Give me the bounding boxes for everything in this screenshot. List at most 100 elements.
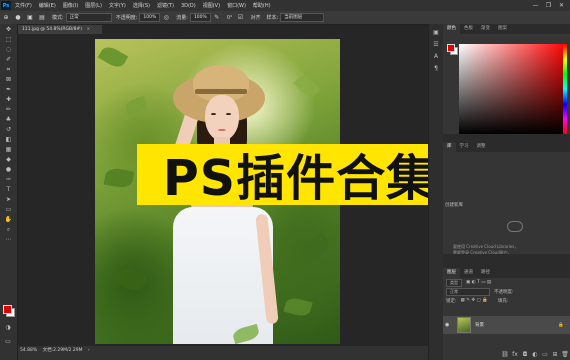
delete-layer-icon[interactable]: 🗑 bbox=[560, 351, 570, 358]
clone-source-icon[interactable]: ▤ bbox=[38, 14, 46, 22]
menu-edit[interactable]: 编辑(E) bbox=[39, 2, 56, 9]
properties-panel-icon[interactable]: ☰ bbox=[432, 40, 440, 48]
paragraph-panel-icon[interactable]: ¶ bbox=[432, 64, 440, 72]
document-close-icon[interactable]: × bbox=[86, 27, 90, 32]
history-brush-icon[interactable]: ↺ bbox=[4, 125, 14, 134]
photoshop-logo-icon[interactable]: Ps bbox=[1, 1, 11, 10]
type-icon[interactable]: T bbox=[4, 185, 14, 194]
pressure-opacity-icon[interactable]: ◎ bbox=[162, 14, 170, 22]
color-panel bbox=[443, 34, 570, 134]
menu-window[interactable]: 窗口(W) bbox=[227, 2, 246, 9]
stamp-icon[interactable]: ♣ bbox=[4, 115, 14, 124]
layer-name: 背景 bbox=[475, 323, 484, 328]
hue-slider[interactable] bbox=[563, 44, 567, 134]
menu-select[interactable]: 选择(S) bbox=[133, 2, 150, 9]
tab-learn[interactable]: 学习 bbox=[456, 142, 473, 152]
frame-icon[interactable]: ⊠ bbox=[4, 75, 14, 84]
layer-kind-select[interactable]: 类型 bbox=[446, 278, 462, 287]
layer-row-background[interactable]: ◉ 背景 🔒 bbox=[443, 316, 570, 334]
tab-layers[interactable]: 图层 bbox=[443, 268, 460, 278]
sample-label: 样本: bbox=[266, 15, 279, 21]
crop-icon[interactable]: ⌗ bbox=[4, 65, 14, 74]
menu-3d[interactable]: 3D(D) bbox=[181, 3, 196, 9]
more-icon[interactable]: ⋯ bbox=[4, 235, 14, 244]
quick-mask-icon[interactable]: ◑ bbox=[3, 323, 13, 332]
tool-preset-icon[interactable]: ⊕ bbox=[2, 14, 10, 22]
flow-field[interactable]: 100% bbox=[189, 13, 211, 22]
tab-gradients[interactable]: 渐变 bbox=[477, 24, 494, 34]
layers-footer: ⛓ fx ◘ ◐ ▭ ⊞ 🗑 bbox=[443, 348, 570, 360]
pen-icon[interactable]: ✑ bbox=[4, 175, 14, 184]
leaf-shape bbox=[293, 72, 321, 101]
menu-layer[interactable]: 图层(L) bbox=[85, 2, 102, 9]
eraser-icon[interactable]: ◧ bbox=[4, 135, 14, 144]
create-library-label[interactable]: 创建新库 bbox=[445, 202, 463, 208]
color-picker-field[interactable] bbox=[459, 44, 567, 134]
status-arrow-icon[interactable]: › bbox=[88, 348, 90, 353]
tab-paths[interactable]: 路径 bbox=[477, 268, 494, 278]
menu-filter[interactable]: 滤镜(T) bbox=[157, 2, 174, 9]
lock-icons[interactable]: ▦ ✎ ✥ ▢ 🔒 bbox=[461, 298, 488, 303]
zoom-level[interactable]: 54.88% bbox=[20, 348, 37, 353]
blur-icon[interactable]: ◆ bbox=[4, 155, 14, 164]
brush-icon[interactable]: ✏ bbox=[4, 105, 14, 114]
close-icon[interactable]: ✕ bbox=[555, 2, 568, 9]
menu-file[interactable]: 文件(F) bbox=[15, 2, 32, 9]
visibility-eye-icon[interactable]: ◉ bbox=[445, 322, 453, 328]
opacity-field[interactable]: 100% bbox=[139, 13, 161, 22]
menu-view[interactable]: 视图(V) bbox=[203, 2, 220, 9]
tab-color[interactable]: 颜色 bbox=[443, 24, 460, 34]
link-layers-icon[interactable]: ⛓ bbox=[500, 351, 510, 358]
tab-patterns[interactable]: 图案 bbox=[494, 24, 511, 34]
angle-field[interactable]: 0° bbox=[227, 15, 233, 21]
blend-mode-select[interactable]: 正常 bbox=[446, 287, 490, 296]
layer-opacity-label: 不透明度: bbox=[494, 289, 514, 295]
align-checkbox-icon[interactable]: ☑ bbox=[237, 14, 245, 22]
leaf-shape bbox=[283, 295, 313, 319]
collapsed-panel-dock: ▣ ☰ A ¶ bbox=[428, 24, 443, 360]
menu-image[interactable]: 图像(I) bbox=[63, 2, 78, 9]
filter-icons[interactable]: ▣ ◐ T ▭ ▤ bbox=[466, 280, 491, 285]
path-select-icon[interactable]: ➤ bbox=[4, 195, 14, 204]
healing-icon[interactable]: ✚ bbox=[4, 95, 14, 104]
mode-select[interactable]: 正常 bbox=[65, 13, 112, 22]
add-mask-icon[interactable]: ◘ bbox=[520, 351, 530, 358]
dodge-icon[interactable]: ● bbox=[4, 165, 14, 174]
quick-select-icon[interactable]: ✐ bbox=[4, 55, 14, 64]
menu-type[interactable]: 文字(Y) bbox=[109, 2, 126, 9]
tab-libraries[interactable]: 库 bbox=[443, 142, 456, 152]
new-group-icon[interactable]: ▭ bbox=[540, 351, 550, 358]
brush-settings-icon[interactable]: ▣ bbox=[26, 14, 34, 22]
hand-icon[interactable]: ✋ bbox=[4, 215, 14, 224]
adjustment-layer-icon[interactable]: ◐ bbox=[530, 351, 540, 358]
airbrush-icon[interactable]: ✎ bbox=[213, 14, 221, 22]
document-tab[interactable]: 111.jpg @ 54.8%(RGB/8#) × bbox=[18, 25, 102, 34]
menu-help[interactable]: 帮助(H) bbox=[253, 2, 271, 9]
panel-foreground-swatch[interactable] bbox=[447, 44, 455, 52]
eyedropper-icon[interactable]: ✒ bbox=[4, 85, 14, 94]
marquee-icon[interactable]: ⬚ bbox=[4, 35, 14, 44]
layer-thumbnail bbox=[457, 317, 471, 333]
tab-channels[interactable]: 通道 bbox=[460, 268, 477, 278]
leaf-shape bbox=[103, 166, 135, 190]
tab-swatches[interactable]: 色板 bbox=[460, 24, 477, 34]
zoom-icon[interactable]: ⌕ bbox=[4, 225, 14, 234]
options-bar: ⊕ ● ▣ ▤ 模式: 正常 不透明度: 100% ◎ 流量: 100% ✎ 0… bbox=[0, 11, 570, 25]
move-icon[interactable]: ✥ bbox=[4, 25, 14, 34]
screen-mode-icon[interactable]: ▭ bbox=[3, 337, 13, 346]
libraries-panel-tabs: 库 学习 调整 bbox=[443, 142, 570, 152]
foreground-color-swatch[interactable] bbox=[3, 305, 12, 314]
new-layer-icon[interactable]: ⊞ bbox=[550, 351, 560, 358]
sample-select[interactable]: 当前图层 bbox=[280, 13, 325, 22]
restore-icon[interactable]: ❐ bbox=[542, 2, 555, 9]
minimize-icon[interactable]: — bbox=[529, 2, 542, 9]
history-panel-icon[interactable]: ▣ bbox=[432, 28, 440, 36]
shape-icon[interactable]: ▭ bbox=[4, 205, 14, 214]
lasso-icon[interactable]: ◌ bbox=[4, 45, 14, 54]
character-panel-icon[interactable]: A bbox=[432, 52, 440, 60]
gradient-icon[interactable]: ▦ bbox=[4, 145, 14, 154]
layer-style-icon[interactable]: fx bbox=[510, 351, 520, 358]
align-label: 对齐 bbox=[250, 15, 261, 21]
tab-adjustments[interactable]: 调整 bbox=[473, 142, 490, 152]
brush-size-icon[interactable]: ● bbox=[14, 14, 22, 22]
